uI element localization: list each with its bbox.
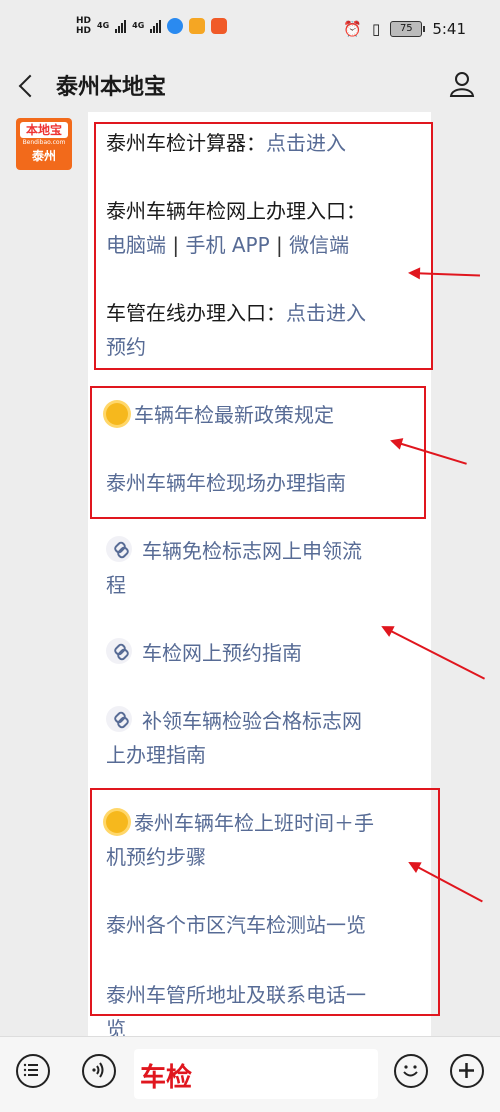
voice-icon[interactable]: [82, 1054, 116, 1088]
reissue-line[interactable]: 补领车辆检验合格标志网: [106, 704, 426, 738]
link-icon: [106, 536, 132, 562]
message-input[interactable]: 车检: [134, 1049, 378, 1099]
exempt-line[interactable]: 车辆免检标志网上申领流: [106, 534, 426, 568]
input-bar: 车检: [0, 1036, 500, 1112]
status-right: ⏰ ▯ 75 5:41: [343, 20, 466, 38]
chevron-left-icon[interactable]: [18, 74, 42, 98]
status-left: HD HD 4G 4G: [76, 16, 228, 36]
chat-header: 泰州本地宝: [0, 60, 500, 110]
signal-icon-2: [150, 19, 162, 33]
annotation-box-2: [90, 386, 426, 519]
exempt-link[interactable]: 车辆免检标志网上申领流: [142, 539, 362, 563]
annotation-box-3: [90, 788, 440, 1016]
appointment-link[interactable]: 车检网上预约指南: [142, 641, 302, 665]
clock: 5:41: [432, 20, 466, 38]
plus-icon[interactable]: [450, 1054, 484, 1088]
message-input-value: 车检: [140, 1063, 193, 1093]
user-icon[interactable]: [448, 70, 476, 98]
emoji-icon[interactable]: [394, 1054, 428, 1088]
hd-label-2: HD: [76, 26, 92, 36]
reissue-link[interactable]: 补领车辆检验合格标志网: [142, 709, 362, 733]
hd-label-1: HD: [76, 16, 92, 26]
appointment-line[interactable]: 车检网上预约指南: [106, 636, 426, 670]
chat-title: 泰州本地宝: [56, 75, 167, 100]
video-app-icon: [211, 18, 228, 34]
menu-list-icon[interactable]: [16, 1054, 50, 1088]
annotation-box-1: [94, 122, 433, 370]
link-icon: [106, 706, 132, 732]
exempt-link-continued[interactable]: 程: [106, 568, 426, 602]
status-bar: HD HD 4G 4G ⏰ ▯ 75 5:41: [0, 0, 500, 60]
vibrate-icon: ▯: [372, 20, 381, 38]
link-icon: [106, 638, 132, 664]
avatar[interactable]: 本地宝 Bendibao.com 泰州: [16, 118, 72, 170]
avatar-city: 泰州: [31, 149, 56, 163]
hd-indicators: HD HD: [76, 16, 91, 36]
taobao-icon: [189, 18, 206, 34]
app-notification-icon: [167, 18, 184, 34]
avatar-domain: Bendibao.com: [22, 139, 66, 146]
network-label-2: 4G: [132, 21, 145, 30]
alarm-icon: ⏰: [343, 20, 363, 38]
signal-icon: [115, 19, 127, 33]
network-label-1: 4G: [97, 21, 110, 30]
battery-icon: 75: [390, 21, 426, 37]
avatar-brand: 本地宝: [20, 122, 68, 138]
reissue-link-continued[interactable]: 上办理指南: [106, 738, 426, 772]
